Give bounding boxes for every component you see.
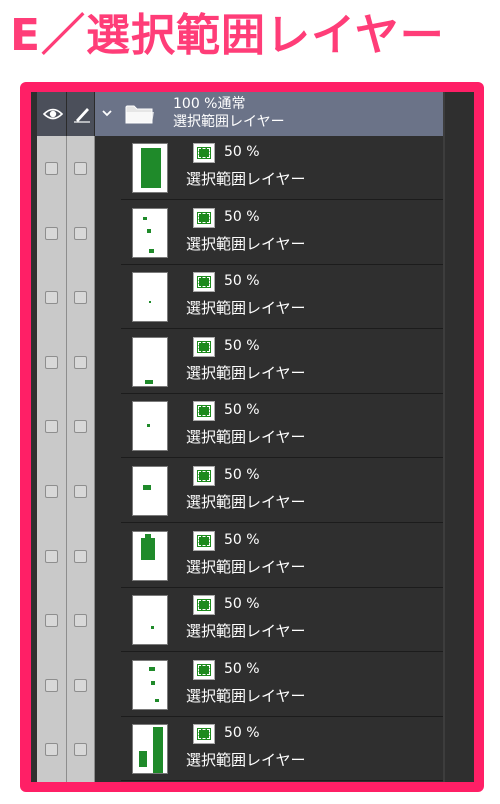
layer-opacity: 50 % (224, 467, 260, 483)
selection-layer-icon (193, 466, 215, 486)
layer-thumbnail (132, 272, 168, 323)
edit-checkbox[interactable] (74, 162, 87, 175)
selection-layer-icon (193, 207, 215, 228)
edit-checkbox[interactable] (74, 291, 87, 305)
layer-row[interactable]: 50 % 選択範囲レイヤー (31, 265, 443, 330)
layer-row[interactable]: 50 % 選択範囲レイヤー (31, 459, 443, 523)
visibility-checkbox[interactable] (45, 743, 58, 757)
panel-divider (443, 92, 445, 782)
layer-row[interactable]: 50 % 選択範囲レイヤー (31, 653, 443, 717)
layer-thumbnail (132, 595, 168, 646)
layer-row[interactable]: 50 % 選択範囲レイヤー (31, 136, 443, 200)
layer-opacity: 50 % (224, 337, 260, 354)
layer-thumbnail (132, 207, 168, 258)
visibility-checkbox[interactable] (45, 614, 58, 628)
layer-row[interactable]: 50 % 選択範囲レイヤー (31, 330, 443, 394)
selection-layer-icon (193, 659, 215, 680)
selection-layer-icon (193, 272, 215, 293)
layer-thumbnail (132, 466, 168, 516)
layer-name[interactable]: 選択範囲レイヤー (186, 751, 306, 769)
thumbnail-mark (149, 248, 154, 253)
edit-checkbox[interactable] (74, 549, 87, 563)
layer-thumbnail (132, 724, 168, 775)
thumbnail-mark (139, 751, 147, 768)
edit-checkbox[interactable] (74, 678, 87, 692)
row-divider (121, 780, 443, 782)
layer-name[interactable]: 選択範囲レイヤー (186, 299, 306, 317)
layer-opacity: 50 % (224, 402, 260, 419)
visibility-checkbox[interactable] (45, 485, 58, 498)
visibility-checkbox[interactable] (45, 226, 58, 240)
visibility-checkbox[interactable] (45, 162, 58, 175)
thumbnail-mark (155, 698, 159, 702)
visibility-checkbox[interactable] (45, 678, 58, 692)
layer-name[interactable]: 選択範囲レイヤー (186, 687, 306, 705)
layer-name[interactable]: 選択範囲レイヤー (186, 170, 306, 188)
thumbnail-mark (147, 228, 151, 233)
thumbnail-mark (151, 626, 154, 630)
layer-name[interactable]: 選択範囲レイヤー (186, 235, 306, 253)
layer-opacity: 50 % (224, 273, 260, 290)
layer-name[interactable]: 選択範囲レイヤー (186, 364, 306, 382)
layer-opacity: 50 % (224, 144, 260, 160)
visibility-checkbox[interactable] (45, 420, 58, 434)
layer-thumbnail (132, 530, 168, 581)
folder-opacity-text: 100 %通常 (173, 96, 246, 112)
selection-layer-icon (193, 401, 215, 422)
layer-row[interactable]: 50 % 選択範囲レイヤー (31, 588, 443, 653)
thumbnail-mark (151, 680, 155, 685)
thumbnail-mark (141, 537, 155, 560)
thumbnail-mark (143, 485, 151, 490)
thumbnail-mark (149, 301, 151, 304)
edit-checkbox[interactable] (74, 485, 87, 498)
thumbnail-mark (145, 533, 151, 538)
layer-opacity: 50 % (224, 531, 260, 548)
edit-checkbox[interactable] (74, 420, 87, 434)
thumbnail-mark (151, 152, 161, 164)
layer-row[interactable]: 50 % 選択範囲レイヤー (31, 201, 443, 265)
selection-layer-icon (193, 336, 215, 357)
selection-layer-icon (193, 595, 215, 616)
layer-name[interactable]: 選択範囲レイヤー (186, 428, 306, 446)
layer-name[interactable]: 選択範囲レイヤー (186, 558, 306, 576)
layer-name[interactable]: 選択範囲レイヤー (186, 493, 306, 511)
chevron-down-icon[interactable] (101, 107, 113, 119)
page-heading: E／選択範囲レイヤー (10, 10, 445, 61)
layer-opacity: 50 % (224, 660, 260, 677)
visibility-checkbox[interactable] (45, 355, 58, 369)
layer-thumbnail (132, 336, 168, 387)
selection-layer-icon (193, 724, 215, 745)
edit-checkbox[interactable] (74, 743, 87, 757)
edit-checkbox[interactable] (74, 355, 87, 369)
layer-row[interactable]: 50 % 選択範囲レイヤー (31, 717, 443, 782)
layer-thumbnail (132, 143, 168, 193)
layer-row[interactable]: 50 % 選択範囲レイヤー (31, 394, 443, 459)
visibility-checkbox[interactable] (45, 291, 58, 305)
edit-checkbox[interactable] (74, 226, 87, 240)
selection-layer-icon (193, 143, 215, 163)
layer-opacity: 50 % (224, 596, 260, 613)
layer-name[interactable]: 選択範囲レイヤー (186, 622, 306, 640)
thumbnail-mark (145, 379, 153, 384)
layer-thumbnail (132, 401, 168, 452)
layer-opacity: 50 % (224, 725, 260, 742)
folder-layer-row[interactable]: 100 %通常 選択範囲レイヤー (37, 92, 443, 136)
folder-name[interactable]: 選択範囲レイヤー (173, 114, 285, 130)
thumbnail-mark (153, 727, 163, 774)
layer-opacity: 50 % (224, 208, 260, 225)
thumbnail-mark (143, 216, 147, 220)
layer-thumbnail (132, 659, 168, 710)
visibility-checkbox[interactable] (45, 549, 58, 563)
layer-row[interactable]: 50 % 選択範囲レイヤー (31, 524, 443, 588)
selection-layer-icon (193, 530, 215, 551)
folder-icon (125, 105, 154, 124)
pen-icon[interactable] (73, 105, 91, 123)
edit-checkbox[interactable] (74, 614, 87, 628)
thumbnail-mark (149, 666, 155, 671)
eye-icon[interactable] (43, 107, 63, 121)
layer-panel: 100 %通常 選択範囲レイヤー 50 % 選択範囲レイヤー 50 % 選択範囲レイヤ… (31, 92, 474, 782)
thumbnail-mark (147, 424, 150, 428)
